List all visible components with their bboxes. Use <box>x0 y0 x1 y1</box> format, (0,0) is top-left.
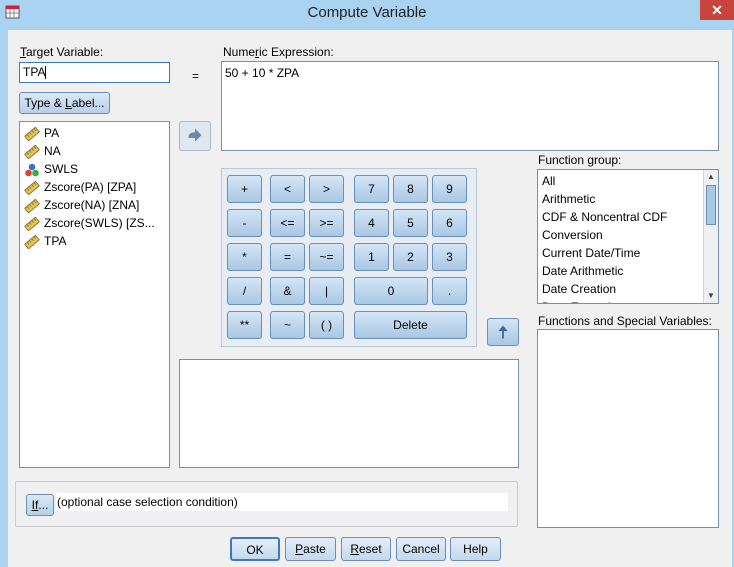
operator-key[interactable]: ~ <box>270 311 305 339</box>
title-bar: Compute Variable ✕ <box>0 0 734 24</box>
operator-key[interactable]: / <box>227 277 262 305</box>
dialog-client: Target Variable: TPA = Type & Label... P… <box>8 30 732 567</box>
function-description-area <box>179 359 519 468</box>
operator-key[interactable]: < <box>270 175 305 203</box>
operator-key[interactable]: | <box>309 277 344 305</box>
function-group-item[interactable]: Arithmetic <box>542 190 595 208</box>
ruler-icon <box>24 180 40 196</box>
operator-key[interactable]: + <box>227 175 262 203</box>
scrollbar-thumb[interactable] <box>706 185 716 225</box>
delete-key[interactable]: Delete <box>354 311 467 339</box>
move-to-expression-button[interactable] <box>179 121 211 151</box>
function-group-scrollbar[interactable]: ▲ ▼ <box>703 170 718 303</box>
variable-name: TPA <box>44 234 67 248</box>
operator-key[interactable]: <= <box>270 209 305 237</box>
operator-key[interactable]: - <box>227 209 262 237</box>
ruler-icon <box>24 234 40 250</box>
digit-key[interactable]: 9 <box>432 175 467 203</box>
variable-item[interactable]: PA <box>24 124 59 142</box>
variable-name: SWLS <box>44 162 79 176</box>
ruler-icon <box>24 198 40 214</box>
operator-key[interactable]: ~= <box>309 243 344 271</box>
functions-special-variables-list[interactable] <box>537 329 719 528</box>
function-group-item[interactable]: All <box>542 172 555 190</box>
variable-item[interactable]: SWLS <box>24 160 78 178</box>
numeric-expression-input[interactable]: 50 + 10 * ZPA <box>221 61 719 151</box>
if-button[interactable]: If... <box>26 494 54 516</box>
digit-key[interactable]: 5 <box>393 209 428 237</box>
function-group-list[interactable]: All Arithmetic CDF & Noncentral CDF Convers… <box>537 169 719 304</box>
digit-key[interactable]: 1 <box>354 243 389 271</box>
type-label-button[interactable]: Type & Label... <box>19 92 110 114</box>
variable-name: Zscore(PA) [ZPA] <box>44 180 137 194</box>
cancel-button[interactable]: Cancel <box>396 537 446 561</box>
digit-key[interactable]: 2 <box>393 243 428 271</box>
variable-name: Zscore(NA) [ZNA] <box>44 198 140 212</box>
function-group-label: Function group: <box>538 153 622 167</box>
variable-item[interactable]: TPA <box>24 232 66 250</box>
operator-key[interactable]: ( ) <box>309 311 344 339</box>
nominal-balls-icon <box>24 163 40 177</box>
operator-key[interactable]: >= <box>309 209 344 237</box>
digit-key[interactable]: 7 <box>354 175 389 203</box>
digit-key[interactable]: 6 <box>432 209 467 237</box>
digit-key-zero[interactable]: 0 <box>354 277 428 305</box>
function-group-item[interactable]: Date Arithmetic <box>542 262 623 280</box>
operator-key[interactable]: > <box>309 175 344 203</box>
function-group-item[interactable]: CDF & Noncentral CDF <box>542 208 667 226</box>
operator-key[interactable]: ** <box>227 311 262 339</box>
function-group-items: All Arithmetic CDF & Noncentral CDF Convers… <box>538 170 704 303</box>
digit-key[interactable]: 8 <box>393 175 428 203</box>
scroll-up-icon[interactable]: ▲ <box>705 171 717 183</box>
variable-item[interactable]: Zscore(NA) [ZNA] <box>24 196 139 214</box>
function-group-item[interactable]: Conversion <box>542 226 603 244</box>
equals-sign: = <box>192 69 200 83</box>
variable-name: PA <box>44 126 60 140</box>
variable-list[interactable]: PA NA SWLS Zscore(PA) [ZPA] Zscore(NA) [ZNA]… <box>19 121 170 468</box>
variable-item[interactable]: Zscore(PA) [ZPA] <box>24 178 136 196</box>
ok-button[interactable]: OK <box>230 537 280 561</box>
functions-special-variables-label: Functions and Special Variables: <box>538 314 712 328</box>
variable-name: NA <box>44 144 61 158</box>
function-group-item[interactable]: Date Creation <box>542 280 616 298</box>
numeric-expression-label: Numeric Expression: <box>223 45 334 59</box>
close-button[interactable]: ✕ <box>700 0 734 20</box>
ruler-icon <box>24 216 40 232</box>
target-variable-label: Target Variable: <box>20 45 104 59</box>
digit-key[interactable]: 4 <box>354 209 389 237</box>
move-function-up-button[interactable] <box>487 318 519 346</box>
right-arrow-icon <box>188 128 202 142</box>
variable-name: Zscore(SWLS) [ZS... <box>44 216 155 230</box>
ruler-icon <box>24 126 40 142</box>
variable-item[interactable]: NA <box>24 142 61 160</box>
window-title: Compute Variable <box>307 4 427 21</box>
digit-key[interactable]: 3 <box>432 243 467 271</box>
reset-button[interactable]: Reset <box>341 537 391 561</box>
function-group-item[interactable]: Current Date/Time <box>542 244 640 262</box>
operator-key[interactable]: * <box>227 243 262 271</box>
paste-button[interactable]: Paste <box>285 537 336 561</box>
calculator-keypad: + < > - <= >= * = ~= / & | ** ~( ) 7 8 9 4 5 6 1 2 3 0. Delete <box>221 168 477 347</box>
close-icon[interactable]: ✕ <box>711 2 723 18</box>
variable-item[interactable]: Zscore(SWLS) [ZS... <box>24 214 155 232</box>
decimal-point-key[interactable]: . <box>432 277 467 305</box>
operator-key[interactable]: = <box>270 243 305 271</box>
if-condition-group: If... (optional case selection condition… <box>15 481 518 527</box>
help-button[interactable]: Help <box>450 537 501 561</box>
up-arrow-icon <box>498 325 508 339</box>
operator-key[interactable]: & <box>270 277 305 305</box>
ruler-icon <box>24 144 40 160</box>
target-variable-input[interactable]: TPA <box>19 62 170 83</box>
scroll-down-icon[interactable]: ▼ <box>705 290 717 302</box>
function-group-item[interactable]: Date Extraction <box>542 298 624 303</box>
if-condition-text: (optional case selection condition) <box>56 493 508 511</box>
